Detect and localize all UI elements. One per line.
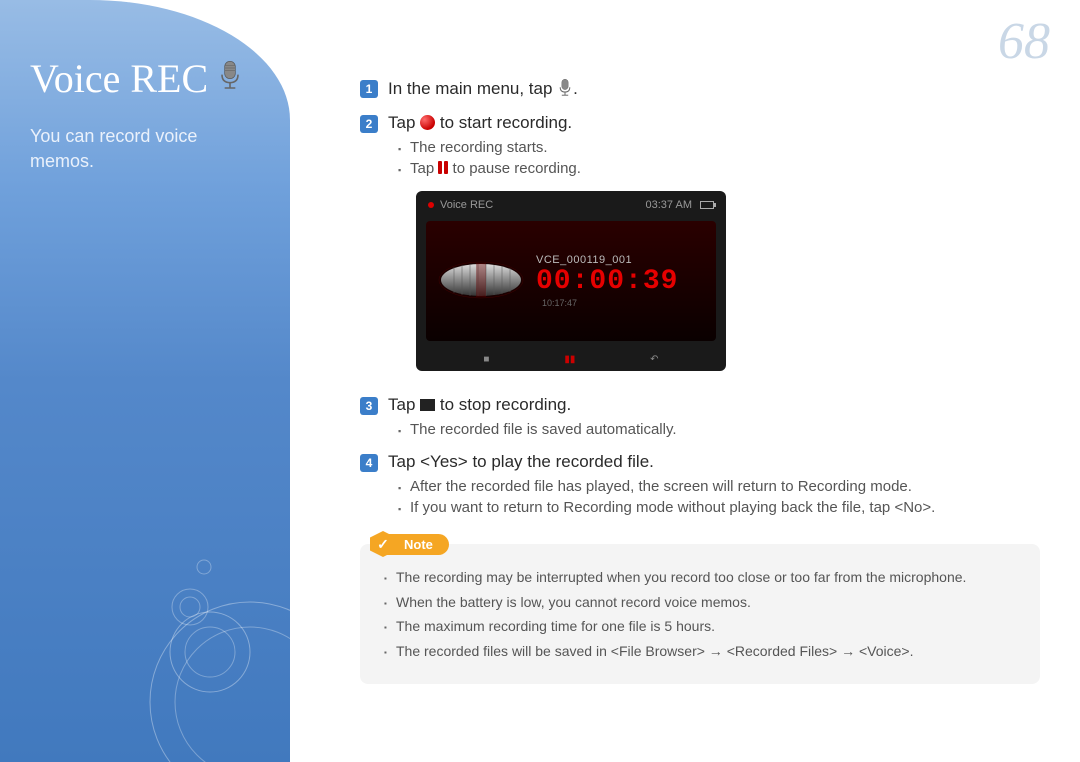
note-item: The recording may be interrupted when yo…: [382, 568, 1018, 588]
step-1: 1 In the main menu, tap .: [360, 78, 1050, 103]
main-content: 1 In the main menu, tap . 2 Tap to start…: [360, 78, 1050, 684]
pause-icon: [438, 161, 448, 174]
stop-icon: [420, 399, 435, 411]
step-2: 2 Tap to start recording. The recording …: [360, 113, 1050, 385]
page-number: 68: [998, 12, 1050, 71]
step-4-text: Tap <Yes> to play the recorded file.: [388, 452, 654, 471]
t: to pause recording.: [448, 160, 581, 177]
step-badge-3: 3: [360, 397, 378, 415]
t: .: [573, 79, 578, 98]
step-3-text: Tap to stop recording.: [388, 395, 571, 414]
section-title: Voice REC: [30, 55, 260, 102]
ss-clock: 03:37 AM: [646, 199, 692, 211]
step-badge-4: 4: [360, 454, 378, 472]
microphone-icon: [216, 55, 244, 102]
sidebar-panel: Voice REC You can record voice memos.: [0, 0, 290, 762]
ss-back-icon: ↶: [650, 354, 658, 365]
note-box: ✓ Note The recording may be interrupted …: [360, 544, 1040, 684]
section-subtitle: You can record voice memos.: [30, 124, 260, 174]
device-screenshot: Voice REC 03:37 AM: [416, 191, 726, 371]
step-2-sublist: The recording starts. Tap to pause recor…: [398, 139, 1050, 177]
sub-item: The recording starts.: [398, 139, 1050, 156]
ss-filename: VCE_000119_001: [536, 254, 706, 266]
title-text: Voice REC: [30, 55, 208, 102]
ss-title: Voice REC: [440, 199, 493, 211]
sub-item: If you want to return to Recording mode …: [398, 499, 1050, 516]
decorative-circles: [120, 552, 290, 762]
t: In the main menu, tap: [388, 79, 557, 98]
t: to stop recording.: [435, 395, 571, 414]
sub-item: Tap to pause recording.: [398, 160, 1050, 177]
t: Tap: [388, 395, 420, 414]
sub-item: After the recorded file has played, the …: [398, 478, 1050, 495]
record-icon: [420, 115, 435, 130]
note-list: The recording may be interrupted when yo…: [382, 568, 1018, 661]
note-item: The maximum recording time for one file …: [382, 617, 1018, 637]
step-badge-2: 2: [360, 115, 378, 133]
ss-remaining: 10:17:47: [542, 298, 577, 308]
ss-timer: 00:00:39: [536, 266, 678, 297]
t: to start recording.: [435, 113, 572, 132]
step-badge-1: 1: [360, 80, 378, 98]
step-4: 4 Tap <Yes> to play the recorded file. A…: [360, 452, 1050, 520]
mic-capsule-graphic: [436, 255, 526, 308]
t: Tap: [410, 160, 438, 177]
microphone-icon: [557, 78, 573, 103]
step-1-text: In the main menu, tap .: [388, 79, 578, 98]
ss-pause-icon: ▮▮: [564, 354, 575, 365]
step-3-sublist: The recorded file is saved automatically…: [398, 421, 1050, 438]
step-2-text: Tap to start recording.: [388, 113, 572, 132]
note-item: When the battery is low, you cannot reco…: [382, 593, 1018, 613]
t: Tap: [388, 113, 420, 132]
recording-indicator-icon: [428, 202, 434, 208]
ss-stop-icon: ■: [483, 354, 489, 365]
step-3: 3 Tap to stop recording. The recorded fi…: [360, 395, 1050, 442]
sub-item: The recorded file is saved automatically…: [398, 421, 1050, 438]
step-4-sublist: After the recorded file has played, the …: [398, 478, 1050, 516]
note-item: The recorded files will be saved in <Fil…: [382, 642, 1018, 662]
battery-icon: [700, 201, 714, 209]
